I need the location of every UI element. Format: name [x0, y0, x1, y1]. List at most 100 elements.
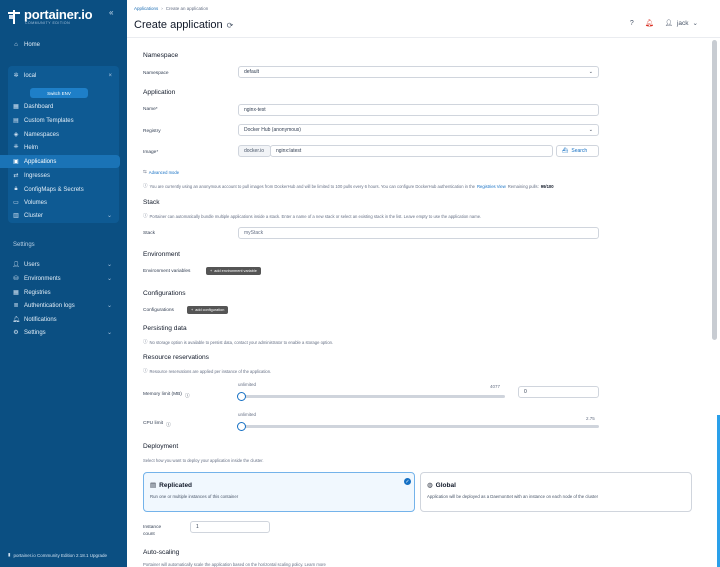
- registry-select[interactable]: Docker Hub (anonymous) ⌄: [238, 124, 599, 136]
- name-input[interactable]: nginx-test: [238, 104, 599, 116]
- global-description: Application will be deployed as a Daemon…: [427, 494, 599, 499]
- search-image-button[interactable]: ⛴ Search: [556, 145, 599, 157]
- namespace-section-title: Namespace: [143, 52, 179, 59]
- username: jack: [676, 19, 689, 27]
- persisting-data-section-title: Persisting data: [143, 325, 187, 332]
- cpu-slider-track[interactable]: [240, 425, 599, 428]
- sidebar-item-custom-templates[interactable]: ▤ Custom Templates: [0, 114, 120, 127]
- breadcrumb: Applications › Create an application: [134, 6, 208, 11]
- add-configuration-button[interactable]: + add configuration: [187, 306, 229, 314]
- refresh-icon[interactable]: ⟳: [227, 21, 234, 30]
- env-vars-label: Environment variables: [143, 269, 191, 274]
- stack-input[interactable]: myStack: [238, 227, 599, 239]
- cpu-slider-handle[interactable]: [237, 422, 246, 431]
- sidebar-item-environments[interactable]: ⛁ Environments ⌄: [0, 272, 120, 285]
- instance-count-input[interactable]: 1: [190, 521, 270, 533]
- sidebar-item-label: Registries: [24, 289, 51, 296]
- plus-icon: +: [210, 269, 213, 273]
- notifications-bell-icon[interactable]: 🔔︎: [645, 19, 654, 27]
- cpu-limit-label: CPU limit ⓘ: [143, 421, 171, 428]
- add-env-var-label: add environment variable: [214, 269, 257, 273]
- sidebar-item-label: Dashboard: [24, 103, 54, 110]
- breadcrumb-separator: ›: [161, 6, 163, 11]
- settings-heading: Settings: [13, 242, 35, 248]
- sidebar-item-registries[interactable]: ▦ Registries: [0, 286, 120, 299]
- sidebar-item-home[interactable]: ⌂ Home: [0, 38, 120, 51]
- breadcrumb-current: Create an application: [165, 6, 209, 11]
- sidebar-item-label: Namespaces: [24, 131, 60, 138]
- replicated-description: Run one or multiple instances of this co…: [150, 494, 239, 499]
- add-env-var-button[interactable]: + add environment variable: [206, 267, 261, 275]
- breadcrumb-applications-link[interactable]: Applications: [134, 6, 158, 11]
- chevron-down-icon: ⌄: [106, 303, 112, 309]
- resource-note-text: Resource reservations are applied per in…: [149, 368, 272, 374]
- advanced-mode-link[interactable]: ⇆ Advanced mode: [143, 169, 179, 175]
- persist-note-text: No storage option is available to persis…: [149, 339, 334, 345]
- help-icon[interactable]: ?: [630, 20, 634, 27]
- sidebar-item-users[interactable]: 👤︎ Users ⌄: [0, 258, 120, 271]
- memory-limit-label: Memory limit (MB) ⓘ: [143, 392, 190, 399]
- autoscaling-section-title: Auto-scaling: [143, 549, 180, 556]
- selected-check-icon: ✓: [404, 478, 411, 485]
- namespace-select[interactable]: default ⌄: [238, 66, 599, 78]
- memory-slider-handle[interactable]: [237, 392, 246, 401]
- chevron-down-icon: ⌄: [588, 69, 593, 75]
- collapse-sidebar-icon[interactable]: «: [109, 8, 113, 17]
- memory-slider-track[interactable]: [240, 395, 505, 398]
- sidebar-item-notifications[interactable]: 🔔︎ Notifications: [0, 313, 120, 326]
- search-button-label: Search: [571, 148, 588, 154]
- page-scrollbar[interactable]: [712, 40, 717, 340]
- registry-label: Registry: [143, 129, 161, 134]
- info-icon: ⓘ: [143, 339, 148, 344]
- sidebar-item-auth-logs[interactable]: ≣ Authentication logs ⌄: [0, 299, 120, 312]
- sidebar-item-environment[interactable]: ✲ local ×: [0, 69, 120, 82]
- switch-env-button[interactable]: Switch ENV: [30, 88, 88, 98]
- registries-view-link[interactable]: Registries View: [477, 184, 506, 189]
- info-icon: ⓘ: [143, 213, 148, 218]
- info-icon: ⓘ: [143, 368, 148, 373]
- bell-icon: 🔔︎: [12, 317, 20, 323]
- plus-icon: +: [191, 308, 194, 312]
- sidebar-item-label: Volumes: [24, 199, 48, 206]
- sidebar-item-label: Custom Templates: [24, 117, 74, 124]
- cluster-icon: ▥: [13, 213, 19, 219]
- replicated-option-card[interactable]: ▤ Replicated Run one or multiple instanc…: [143, 472, 415, 512]
- close-icon[interactable]: ×: [108, 73, 112, 79]
- sidebar-item-namespaces[interactable]: ◈ Namespaces: [0, 128, 120, 141]
- brand-name: portainer.io: [24, 7, 93, 22]
- global-option-card[interactable]: ◍ Global Application will be deployed as…: [420, 472, 692, 512]
- sidebar-item-helm[interactable]: ⎈ Helm: [0, 141, 120, 154]
- docker-icon: ⛴: [562, 148, 569, 154]
- chevron-down-icon: ⌄: [106, 330, 112, 336]
- globe-icon: ◍: [427, 482, 433, 489]
- cpu-max-label: 2.75: [586, 416, 595, 421]
- sidebar-item-configmaps[interactable]: 🔒︎ ConfigMaps & Secrets: [0, 183, 120, 196]
- portainer-logo-icon: [8, 10, 20, 24]
- replicated-icon: ▤: [150, 482, 157, 489]
- sidebar-item-applications[interactable]: ▣ Applications: [0, 155, 120, 168]
- memory-max-label: 4077: [490, 384, 501, 389]
- ingress-icon: ⇄: [13, 173, 19, 179]
- page-title-text: Create application: [134, 19, 223, 31]
- portainer-logo[interactable]: portainer.io COMMUNITY EDITION: [8, 7, 93, 25]
- header-actions: ? 🔔︎ 👤︎ jack ⌄: [630, 19, 698, 28]
- sidebar-item-dashboard[interactable]: ▦ Dashboard: [0, 100, 120, 113]
- image-input[interactable]: nginx:latest: [270, 145, 553, 157]
- memory-limit-input[interactable]: 0: [518, 386, 599, 398]
- sidebar: portainer.io COMMUNITY EDITION « ⌂ Home …: [0, 0, 127, 567]
- sidebar-item-volumes[interactable]: ▭ Volumes: [0, 196, 120, 209]
- sidebar-item-ingresses[interactable]: ⇄ Ingresses: [0, 169, 120, 182]
- replicated-title-text: Replicated: [159, 481, 193, 489]
- sidebar-item-label: Settings: [24, 329, 46, 336]
- template-icon: ▤: [13, 118, 19, 124]
- chevron-down-icon: ⌄: [692, 20, 698, 27]
- configurations-section-title: Configurations: [143, 290, 186, 297]
- sidebar-item-settings[interactable]: ⚙ Settings ⌄: [0, 326, 120, 339]
- stack-label: Stack: [143, 231, 155, 236]
- sidebar-item-cluster[interactable]: ▥ Cluster ⌄: [0, 209, 120, 222]
- global-title: ◍ Global: [427, 481, 456, 490]
- memory-limit-text: Memory limit (MB): [143, 392, 182, 397]
- kubernetes-icon: ✲: [13, 73, 19, 79]
- anon-note-text: You are currently using an anonymous acc…: [149, 183, 476, 189]
- user-menu[interactable]: 👤︎ jack ⌄: [665, 19, 698, 28]
